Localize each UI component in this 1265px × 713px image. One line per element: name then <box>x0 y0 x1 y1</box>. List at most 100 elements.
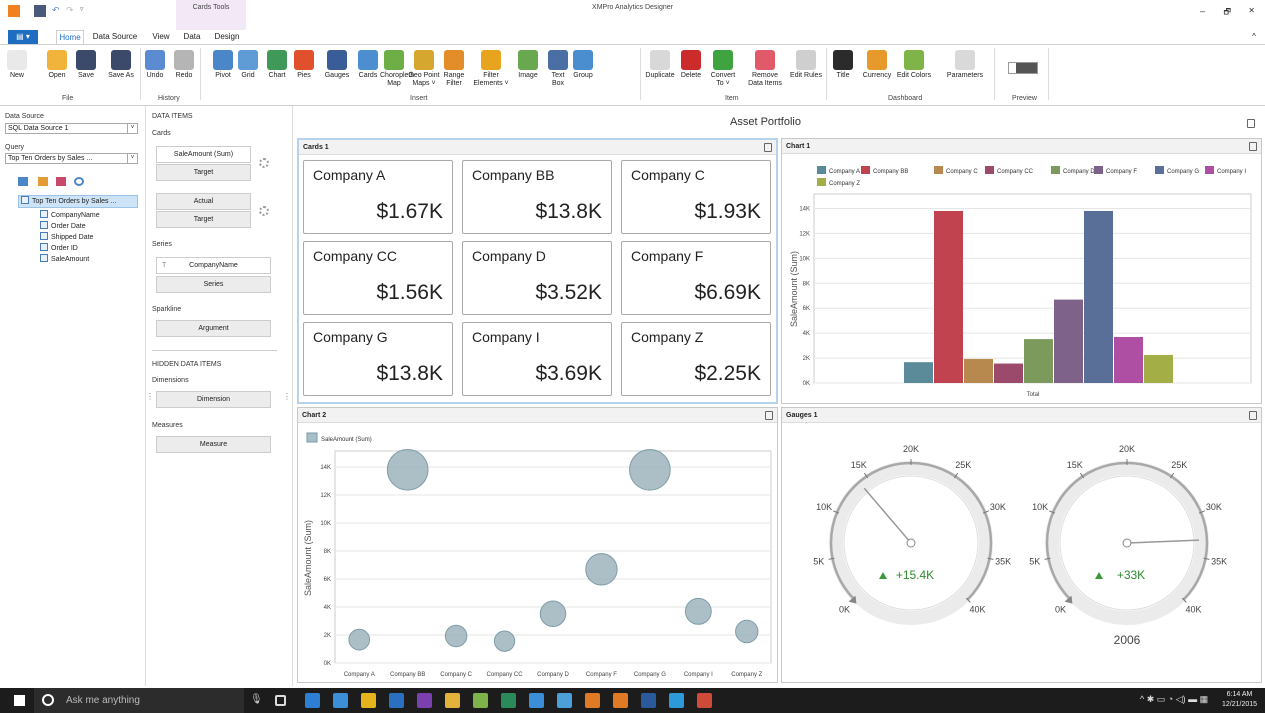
bubble-company-d[interactable] <box>539 600 567 627</box>
pies-button[interactable]: Pies <box>294 50 314 98</box>
onedrive-icon[interactable] <box>529 693 544 708</box>
clock[interactable]: 6:14 AM 12/21/2015 <box>1222 690 1257 710</box>
task-view-icon[interactable] <box>275 695 286 706</box>
bubble-company-a[interactable] <box>348 628 371 651</box>
edit-rules-button[interactable]: Edit Rules <box>790 50 822 98</box>
bar-company-z[interactable] <box>1144 354 1173 383</box>
new-button[interactable]: New <box>6 50 28 98</box>
series-field-slot[interactable]: T CompanyName <box>156 257 271 274</box>
gear-icon[interactable] <box>259 158 269 168</box>
chart-button[interactable]: Chart <box>265 50 289 98</box>
explorer-icon[interactable] <box>445 693 460 708</box>
card-company-c[interactable]: Company C $1.93K <box>621 160 771 234</box>
field-item[interactable]: Order ID <box>40 243 100 254</box>
remove-data-items-button[interactable]: Remove Data Items <box>744 50 786 98</box>
outlook-icon[interactable] <box>389 693 404 708</box>
series-drop-slot[interactable]: Series <box>156 276 271 293</box>
gear-icon[interactable] <box>259 206 269 216</box>
edit-colors-button[interactable]: Edit Colors <box>896 50 932 98</box>
file-menu-button[interactable]: ▤ ▾ <box>8 30 38 44</box>
ie-icon[interactable] <box>333 693 348 708</box>
field-item[interactable]: Order Date <box>40 221 100 232</box>
export-icon[interactable] <box>1247 119 1255 128</box>
bubble-company-c[interactable] <box>444 624 468 648</box>
tab-data-source[interactable]: Data Source <box>92 30 138 44</box>
bubble-company-cc[interactable] <box>493 630 516 652</box>
field-item[interactable]: Shipped Date <box>40 232 100 243</box>
tab-data[interactable]: Data <box>180 30 204 44</box>
add-calculated-field-icon[interactable] <box>18 177 28 186</box>
flask-icon[interactable] <box>557 693 572 708</box>
bubble-company-z[interactable] <box>735 619 759 644</box>
tab-design[interactable]: Design <box>212 30 242 44</box>
bar-company-f[interactable] <box>1054 299 1083 383</box>
grid-button[interactable]: Grid <box>238 50 258 98</box>
value-slot-sale-amount[interactable]: SaleAmount (Sum) <box>156 146 251 163</box>
save-as-button[interactable]: Save As <box>104 50 138 98</box>
bubble-company-bb[interactable] <box>386 448 429 491</box>
tab-home[interactable]: Home <box>56 30 84 44</box>
text-box-button[interactable]: Text Box <box>546 50 570 98</box>
image-button[interactable]: Image <box>516 50 540 98</box>
chrome-icon[interactable] <box>361 693 376 708</box>
bar-company-g[interactable] <box>1084 210 1113 383</box>
geo-point-maps-button[interactable]: Geo Point Maps ˅ <box>408 50 440 98</box>
tab-view[interactable]: View <box>150 30 172 44</box>
bar-company-d[interactable] <box>1024 339 1053 383</box>
xmpro-icon[interactable] <box>613 693 628 708</box>
open-button[interactable]: Open <box>44 50 70 98</box>
powerpoint-icon[interactable] <box>641 693 656 708</box>
value-slot-actual[interactable]: Actual <box>156 193 251 210</box>
bar-company-i[interactable] <box>1114 336 1143 383</box>
edge-icon[interactable] <box>305 693 320 708</box>
bar-company-a[interactable] <box>904 362 933 383</box>
data-source-select[interactable]: SQL Data Source 1 ˅ <box>5 123 138 134</box>
redo-button[interactable]: Redo <box>172 50 196 98</box>
close-button[interactable]: ✕ <box>1248 6 1255 15</box>
export-icon[interactable] <box>1249 411 1257 420</box>
system-tray-icons[interactable]: ^ ✱ ▭ ◔ ◁) ▬ ▦ <box>1140 694 1208 705</box>
card-company-f[interactable]: Company F $6.69K <box>621 241 771 315</box>
argument-drop-slot[interactable]: Argument <box>156 320 271 337</box>
bubble-company-i[interactable] <box>684 597 712 625</box>
parameters-button[interactable]: Parameters <box>944 50 986 98</box>
xmpro-icon[interactable] <box>585 693 600 708</box>
convert-to-button[interactable]: Convert To ˅ <box>708 50 738 98</box>
measure-drop-slot[interactable]: Measure <box>156 436 271 453</box>
choropleth-map-button[interactable]: Choropleth Map <box>380 50 414 98</box>
card-company-cc[interactable]: Company CC $1.56K <box>303 241 453 315</box>
bar-company-cc[interactable] <box>994 363 1023 383</box>
export-icon[interactable] <box>1249 142 1257 151</box>
restore-button[interactable]: 🗗 <box>1223 6 1231 20</box>
target-slot-1[interactable]: Target <box>156 164 251 181</box>
card-company-i[interactable]: Company I $3.69K <box>462 322 612 396</box>
sort-icon[interactable] <box>38 177 48 186</box>
card-company-a[interactable]: Company A $1.67K <box>303 160 453 234</box>
refresh-icon[interactable] <box>74 177 84 186</box>
tree-root[interactable]: Top Ten Orders by Sales ... <box>18 195 138 208</box>
currency-button[interactable]: Currency <box>862 50 892 98</box>
field-item[interactable]: SaleAmount <box>40 254 100 265</box>
delete-button[interactable]: Delete <box>678 50 704 98</box>
bar-company-bb[interactable] <box>934 210 963 383</box>
filter-elements-button[interactable]: Filter Elements ˅ <box>468 50 514 98</box>
card-company-d[interactable]: Company D $3.52K <box>462 241 612 315</box>
group-button[interactable]: Group <box>572 50 594 98</box>
dimension-drop-slot[interactable]: Dimension <box>156 391 271 408</box>
card-company-g[interactable]: Company G $13.8K <box>303 322 453 396</box>
collapse-ribbon-icon[interactable]: ^ <box>1249 30 1259 44</box>
notepad-icon[interactable] <box>473 693 488 708</box>
pdf-icon[interactable] <box>697 693 712 708</box>
group-fields-icon[interactable] <box>56 177 66 186</box>
cards-button[interactable]: Cards <box>356 50 380 98</box>
bar-company-c[interactable] <box>964 358 993 383</box>
duplicate-button[interactable]: Duplicate <box>645 50 675 98</box>
start-button[interactable] <box>14 695 25 706</box>
minimize-button[interactable]: – <box>1200 6 1205 16</box>
bubble-company-f[interactable] <box>585 553 618 586</box>
bubble-company-g[interactable] <box>629 448 671 491</box>
gauges-button[interactable]: Gauges <box>322 50 352 98</box>
pivot-button[interactable]: Pivot <box>210 50 236 98</box>
onenote-icon[interactable] <box>417 693 432 708</box>
range-filter-button[interactable]: Range Filter <box>442 50 466 98</box>
